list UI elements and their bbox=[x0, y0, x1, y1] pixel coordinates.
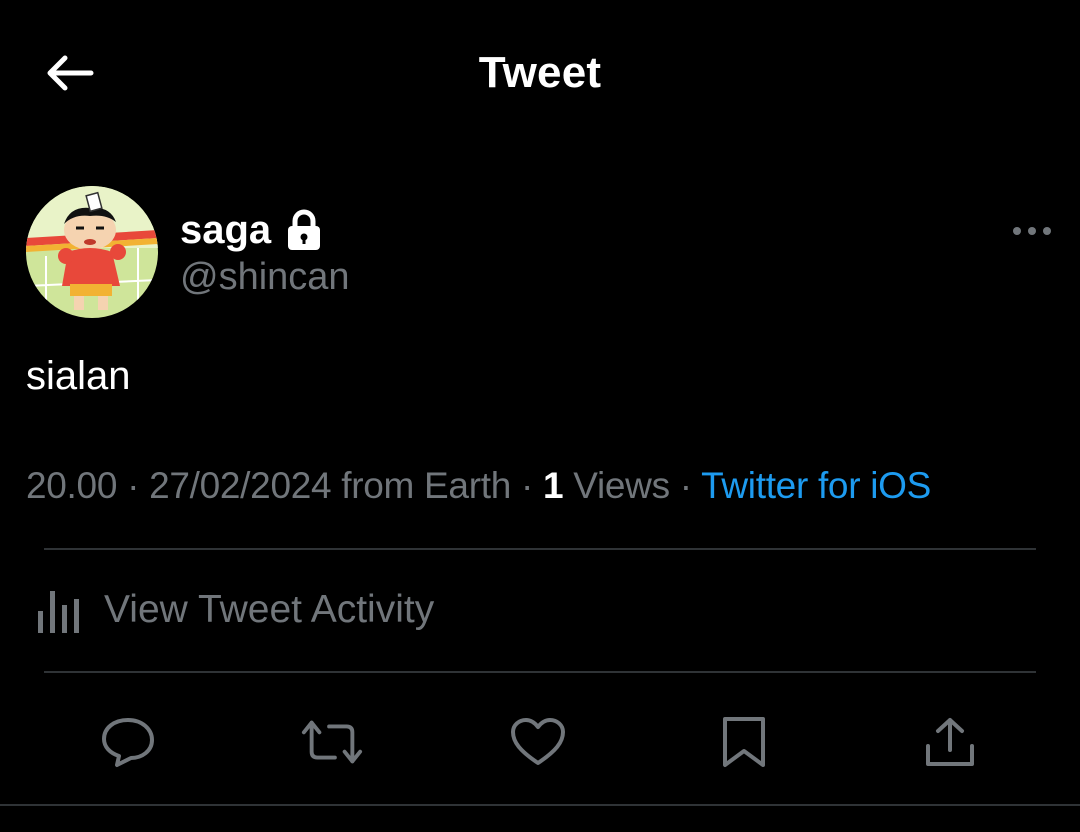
tweet-author: saga @shincan bbox=[26, 186, 1056, 320]
views-count: 1 bbox=[542, 465, 564, 506]
tweet-source-link[interactable]: Twitter for iOS bbox=[701, 465, 931, 506]
author-names: saga @shincan bbox=[180, 206, 350, 299]
tweet-metadata: 20.00 · 27/02/2024 from Earth · 1 Views … bbox=[26, 465, 931, 507]
avatar[interactable] bbox=[26, 186, 158, 318]
display-name[interactable]: saga bbox=[180, 208, 271, 253]
tweet-text: sialan bbox=[26, 354, 131, 398]
reply-icon bbox=[102, 718, 154, 767]
share-icon bbox=[926, 718, 974, 766]
tweet-actions-bar bbox=[0, 700, 1080, 780]
reply-button[interactable] bbox=[96, 710, 160, 774]
activity-label: View Tweet Activity bbox=[104, 588, 435, 631]
display-name-row: saga bbox=[180, 206, 350, 254]
tweet-time[interactable]: 20.00 bbox=[26, 465, 117, 506]
tweet-date[interactable]: 27/02/2024 bbox=[149, 465, 331, 506]
like-button[interactable] bbox=[506, 710, 570, 774]
header: Tweet bbox=[0, 0, 1080, 145]
retweet-icon bbox=[301, 720, 363, 764]
more-options-button[interactable] bbox=[1008, 216, 1056, 246]
retweet-button[interactable] bbox=[300, 710, 364, 774]
share-button[interactable] bbox=[918, 710, 982, 774]
username-handle[interactable]: @shincan bbox=[180, 256, 350, 299]
lock-icon bbox=[285, 209, 323, 251]
cartoon-avatar bbox=[26, 186, 158, 318]
separator: · bbox=[127, 465, 140, 506]
page-title: Tweet bbox=[478, 48, 602, 97]
bookmark-button[interactable] bbox=[712, 710, 776, 774]
tweet-location: from Earth bbox=[341, 465, 511, 506]
tweet-detail-page: Tweet saga @shincan sialan 20.00 · 27/02… bbox=[0, 0, 1080, 832]
view-tweet-activity-button[interactable]: View Tweet Activity bbox=[34, 578, 434, 642]
divider bbox=[44, 671, 1036, 673]
separator: · bbox=[679, 465, 692, 506]
separator: · bbox=[520, 465, 533, 506]
divider bbox=[44, 548, 1036, 550]
bookmark-icon bbox=[723, 717, 765, 767]
heart-icon bbox=[511, 718, 565, 765]
views-label: Views bbox=[573, 465, 670, 506]
analytics-bar-icon bbox=[38, 591, 79, 633]
bottom-divider bbox=[0, 804, 1080, 806]
more-horizontal-icon bbox=[1013, 227, 1051, 235]
